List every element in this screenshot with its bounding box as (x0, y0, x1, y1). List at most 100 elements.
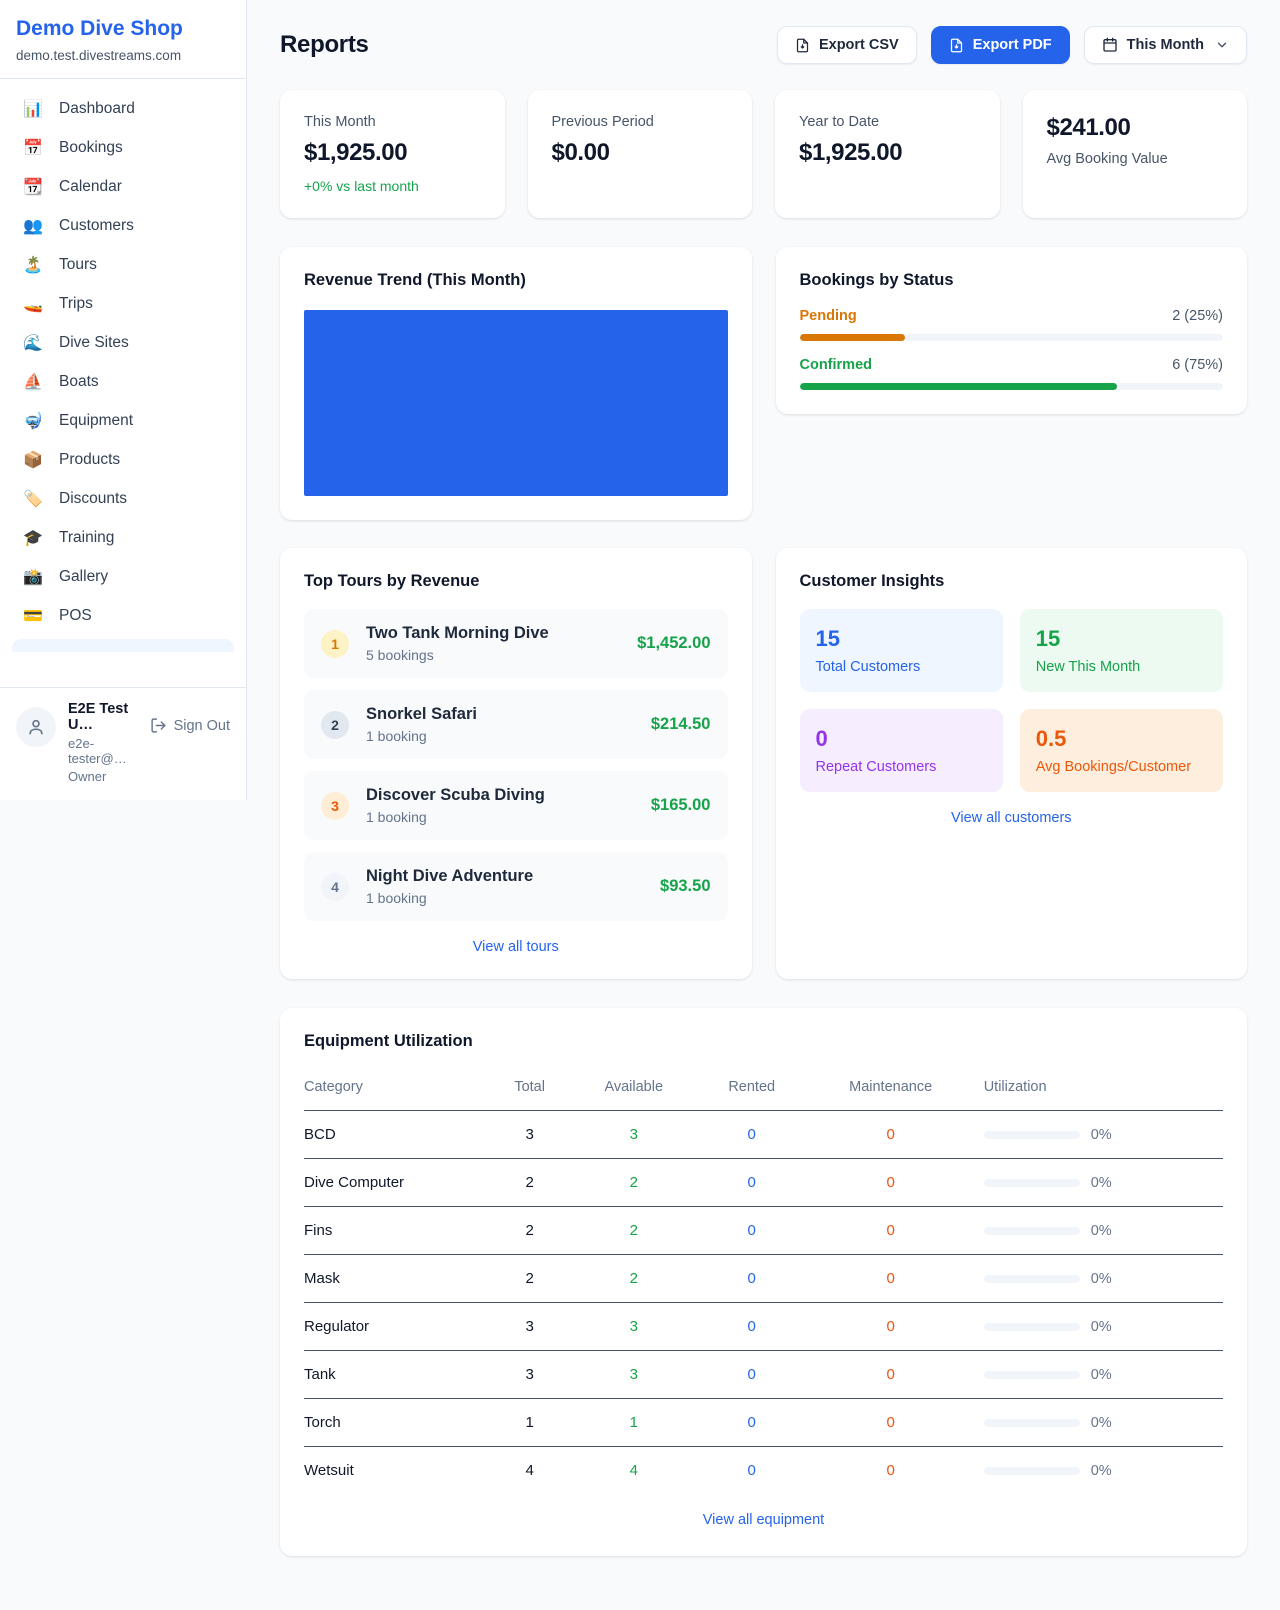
sidebar-item-label: Bookings (59, 139, 123, 157)
sidebar-item-label: Discounts (59, 490, 127, 508)
sidebar-item-equipment[interactable]: 🤿 Equipment (12, 403, 234, 439)
insight-label: Total Customers (816, 659, 987, 675)
cell-category: Tank (304, 1351, 490, 1399)
utilization-percent: 0% (1091, 1319, 1112, 1335)
page-title: Reports (280, 31, 369, 59)
view-all-customers-link[interactable]: View all customers (800, 810, 1224, 826)
tour-amount: $165.00 (651, 796, 711, 815)
sidebar-item-pos[interactable]: 💳 POS (12, 598, 234, 634)
sidebar-item-reports-active-partial[interactable] (12, 639, 234, 652)
cell-total: 3 (490, 1111, 570, 1159)
status-progress-fill (800, 334, 906, 341)
tour-name: Snorkel Safari (366, 705, 477, 724)
sign-out-label: Sign Out (174, 718, 230, 734)
cell-available: 3 (570, 1303, 698, 1351)
cell-category: Fins (304, 1207, 490, 1255)
cell-available: 3 (570, 1351, 698, 1399)
utilization-percent: 0% (1091, 1463, 1112, 1479)
equipment-table: Category Total Available Rented Maintena… (304, 1069, 1223, 1494)
wave-icon: 🌊 (22, 335, 44, 351)
stat-card-this-month: This Month $1,925.00 +0% vs last month (280, 90, 505, 218)
period-label: This Month (1127, 37, 1204, 53)
bookings-calendar-icon: 📅 (22, 140, 44, 156)
sidebar-item-label: Equipment (59, 412, 133, 430)
insight-tile-avg-bookings: 0.5 Avg Bookings/Customer (1020, 709, 1223, 792)
sidebar-nav: 📊 Dashboard 📅 Bookings 📆 Calendar 👥 Cust… (0, 79, 246, 687)
dashboard-icon: 📊 (22, 101, 44, 117)
sidebar-item-label: POS (59, 607, 92, 625)
cell-available: 3 (570, 1111, 698, 1159)
list-item-tour-4: 4 Night Dive Adventure 1 booking $93.50 (304, 852, 728, 921)
package-icon: 📦 (22, 452, 44, 468)
utilization-bar (984, 1323, 1080, 1331)
insight-label: Repeat Customers (816, 759, 987, 775)
sidebar-item-gallery[interactable]: 📸 Gallery (12, 559, 234, 595)
insight-label: New This Month (1036, 659, 1207, 675)
calendar-icon: 📆 (22, 179, 44, 195)
tour-name: Two Tank Morning Dive (366, 624, 549, 643)
export-csv-label: Export CSV (819, 37, 899, 53)
utilization-bar (984, 1179, 1080, 1187)
insights-grid: 15 Total Customers 15 New This Month 0 R… (800, 609, 1224, 792)
sidebar-item-calendar[interactable]: 📆 Calendar (12, 169, 234, 205)
sidebar-item-discounts[interactable]: 🏷️ Discounts (12, 481, 234, 517)
cell-available: 4 (570, 1447, 698, 1495)
view-all-tours-link[interactable]: View all tours (304, 939, 728, 955)
sidebar-item-dive-sites[interactable]: 🌊 Dive Sites (12, 325, 234, 361)
utilization-bar (984, 1419, 1080, 1427)
period-selector[interactable]: This Month (1084, 26, 1247, 64)
cell-rented: 0 (698, 1159, 806, 1207)
status-row-pending: Pending 2 (25%) (800, 308, 1224, 341)
tour-bookings: 1 booking (366, 728, 477, 744)
sidebar-item-trips[interactable]: 🚤 Trips (12, 286, 234, 322)
sidebar-item-bookings[interactable]: 📅 Bookings (12, 130, 234, 166)
table-row: Tank 3 3 0 0 0% (304, 1351, 1223, 1399)
sidebar-item-label: Dive Sites (59, 334, 129, 352)
list-item-tour-3: 3 Discover Scuba Diving 1 booking $165.0… (304, 771, 728, 840)
sidebar-item-label: Boats (59, 373, 99, 391)
cell-maintenance: 0 (806, 1255, 976, 1303)
header-actions: Export CSV Export PDF This Month (777, 26, 1247, 64)
stat-card-previous-period: Previous Period $0.00 (528, 90, 753, 218)
sidebar-item-training[interactable]: 🎓 Training (12, 520, 234, 556)
table-row: Torch 1 1 0 0 0% (304, 1399, 1223, 1447)
stat-card-avg-booking-value: $241.00 Avg Booking Value (1023, 90, 1248, 218)
customer-insights-card: Customer Insights 15 Total Customers 15 … (776, 548, 1248, 979)
tour-amount: $214.50 (651, 715, 711, 734)
sidebar-item-customers[interactable]: 👥 Customers (12, 208, 234, 244)
stat-value: $1,925.00 (799, 139, 976, 167)
avatar (16, 707, 56, 747)
status-row-confirmed: Confirmed 6 (75%) (800, 357, 1224, 390)
camera-icon: 📸 (22, 569, 44, 585)
sidebar-item-label: Customers (59, 217, 134, 235)
status-count: 2 (25%) (1172, 308, 1223, 324)
customers-icon: 👥 (22, 218, 44, 234)
utilization-bar (984, 1227, 1080, 1235)
rank-badge: 3 (321, 792, 349, 820)
sidebar-item-label: Training (59, 529, 114, 547)
sidebar-item-dashboard[interactable]: 📊 Dashboard (12, 91, 234, 127)
customer-insights-title: Customer Insights (800, 572, 1224, 591)
insight-tile-new-this-month: 15 New This Month (1020, 609, 1223, 692)
cell-maintenance: 0 (806, 1111, 976, 1159)
top-tours-card: Top Tours by Revenue 1 Two Tank Morning … (280, 548, 752, 979)
column-header-rented: Rented (698, 1069, 806, 1111)
cell-category: Torch (304, 1399, 490, 1447)
sidebar-item-products[interactable]: 📦 Products (12, 442, 234, 478)
sidebar-item-tours[interactable]: 🏝️ Tours (12, 247, 234, 283)
export-csv-button[interactable]: Export CSV (777, 26, 917, 64)
cell-available: 2 (570, 1255, 698, 1303)
export-pdf-button[interactable]: Export PDF (931, 26, 1070, 64)
main-content: Reports Export CSV Export PDF This Month (247, 0, 1280, 1596)
logout-icon (150, 717, 167, 734)
utilization-percent: 0% (1091, 1415, 1112, 1431)
cell-rented: 0 (698, 1351, 806, 1399)
stat-value: $241.00 (1047, 114, 1224, 142)
tour-amount: $93.50 (660, 877, 710, 896)
insight-value: 0 (816, 726, 987, 752)
sidebar-item-boats[interactable]: ⛵ Boats (12, 364, 234, 400)
view-all-equipment-link[interactable]: View all equipment (304, 1512, 1223, 1528)
top-tours-title: Top Tours by Revenue (304, 572, 728, 591)
sign-out-button[interactable]: Sign Out (150, 717, 230, 734)
list-item-tour-1: 1 Two Tank Morning Dive 5 bookings $1,45… (304, 609, 728, 678)
